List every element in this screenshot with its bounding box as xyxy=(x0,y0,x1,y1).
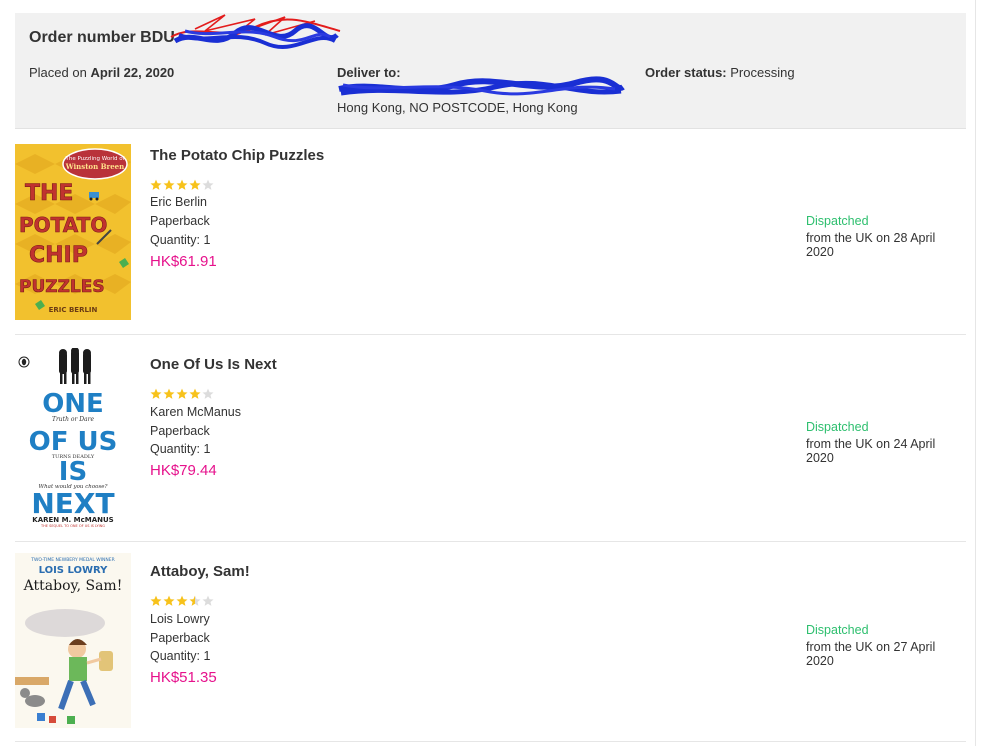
star-icon xyxy=(202,179,214,190)
star-icon xyxy=(189,388,201,399)
book-format: Paperback xyxy=(150,631,210,645)
cover-tagline: TWO-TIME NEWBERY MEDAL WINNER xyxy=(30,557,115,563)
book-title[interactable]: One Of Us Is Next xyxy=(150,356,277,373)
book-quantity: Quantity: 1 xyxy=(150,442,211,456)
book-title[interactable]: Attaboy, Sam! xyxy=(150,563,250,580)
star-icon xyxy=(189,595,201,606)
star-icon xyxy=(150,595,162,606)
delivery-address: Hong Kong, NO POSTCODE, Hong Kong xyxy=(337,100,578,115)
redacted-order-number xyxy=(170,14,341,50)
star-icon xyxy=(189,179,201,190)
star-rating xyxy=(150,595,214,607)
star-icon xyxy=(163,595,175,606)
star-icon xyxy=(150,179,162,190)
cover-line-2: POTATO xyxy=(19,213,107,237)
star-icon xyxy=(176,179,188,190)
star-icon xyxy=(202,388,214,399)
book-author: Karen McManus xyxy=(150,405,242,419)
star-icon xyxy=(163,179,175,190)
cover-author: KAREN M. McMANUS xyxy=(32,516,113,524)
order-summary-header: Order number BDU Placed on April 22, 202… xyxy=(15,13,966,129)
book-quantity: Quantity: 1 xyxy=(150,649,211,663)
star-icon xyxy=(176,595,188,606)
book-author: Eric Berlin xyxy=(150,195,207,209)
cover-line-3: CHIP xyxy=(29,243,88,268)
book-title[interactable]: The Potato Chip Puzzles xyxy=(150,147,324,164)
star-icon xyxy=(163,388,175,399)
book-price: HK$79.44 xyxy=(150,462,217,479)
dispatch-info: Dispatched from the UK on 28 April 2020 xyxy=(806,214,966,259)
book-price: HK$51.35 xyxy=(150,669,217,686)
cover-line-2: OF US xyxy=(29,427,118,457)
cover-sequel: THE SEQUEL TO ONE OF US IS LYING xyxy=(40,524,105,528)
star-icon xyxy=(176,388,188,399)
dispatch-date: from the UK on 24 April 2020 xyxy=(806,437,936,465)
dispatch-status: Dispatched xyxy=(806,623,869,637)
cover-tagline-1: Truth or Dare xyxy=(52,416,95,423)
cover-line-3: IS xyxy=(59,457,87,487)
order-status: Order status: Processing xyxy=(645,65,795,80)
cover-author: ERIC BERLIN xyxy=(49,306,98,314)
cover-author: LOIS LOWRY xyxy=(39,565,109,576)
order-items-list: The Puzzling World of Winston Breen THE … xyxy=(15,129,966,742)
order-status-value: Processing xyxy=(730,65,795,80)
dispatch-status: Dispatched xyxy=(806,214,869,228)
dispatch-info: Dispatched from the UK on 24 April 2020 xyxy=(806,420,966,465)
dispatch-info: Dispatched from the UK on 27 April 2020 xyxy=(806,623,966,668)
placed-on: Placed on April 22, 2020 xyxy=(29,65,175,80)
book-cover-image[interactable]: TWO-TIME NEWBERY MEDAL WINNER LOIS LOWRY… xyxy=(15,553,131,728)
book-format: Paperback xyxy=(150,214,210,228)
list-item: The Puzzling World of Winston Breen THE … xyxy=(15,129,966,335)
book-cover-image[interactable]: ONE OF US IS NEXT Truth or Dare TURNS DE… xyxy=(15,348,131,528)
dispatch-date: from the UK on 27 April 2020 xyxy=(806,640,936,668)
dispatch-status: Dispatched xyxy=(806,420,869,434)
cover-title: Attaboy, Sam! xyxy=(23,578,123,594)
cover-series-name: Winston Breen xyxy=(65,162,124,171)
book-quantity: Quantity: 1 xyxy=(150,233,211,247)
order-number: Order number BDU xyxy=(29,29,175,46)
scrollbar-track xyxy=(975,0,976,746)
cover-tagline-3: What would you choose? xyxy=(38,484,107,490)
book-price: HK$61.91 xyxy=(150,253,217,270)
placed-date: April 22, 2020 xyxy=(90,65,175,80)
dispatch-date: from the UK on 28 April 2020 xyxy=(806,231,936,259)
star-rating xyxy=(150,179,214,191)
star-rating xyxy=(150,388,214,400)
star-icon xyxy=(202,595,214,606)
cover-tagline-2: TURNS DEADLY xyxy=(52,454,95,460)
book-cover-image[interactable]: The Puzzling World of Winston Breen THE … xyxy=(15,144,131,320)
list-item: TWO-TIME NEWBERY MEDAL WINNER LOIS LOWRY… xyxy=(15,542,966,742)
list-item: ONE OF US IS NEXT Truth or Dare TURNS DE… xyxy=(15,335,966,542)
star-icon xyxy=(150,388,162,399)
cover-line-1: ONE xyxy=(42,389,104,419)
book-author: Lois Lowry xyxy=(150,612,210,626)
cover-line-4: PUZZLES xyxy=(19,277,105,297)
book-format: Paperback xyxy=(150,424,210,438)
redacted-address xyxy=(338,76,625,96)
cover-line-1: THE xyxy=(25,181,73,206)
